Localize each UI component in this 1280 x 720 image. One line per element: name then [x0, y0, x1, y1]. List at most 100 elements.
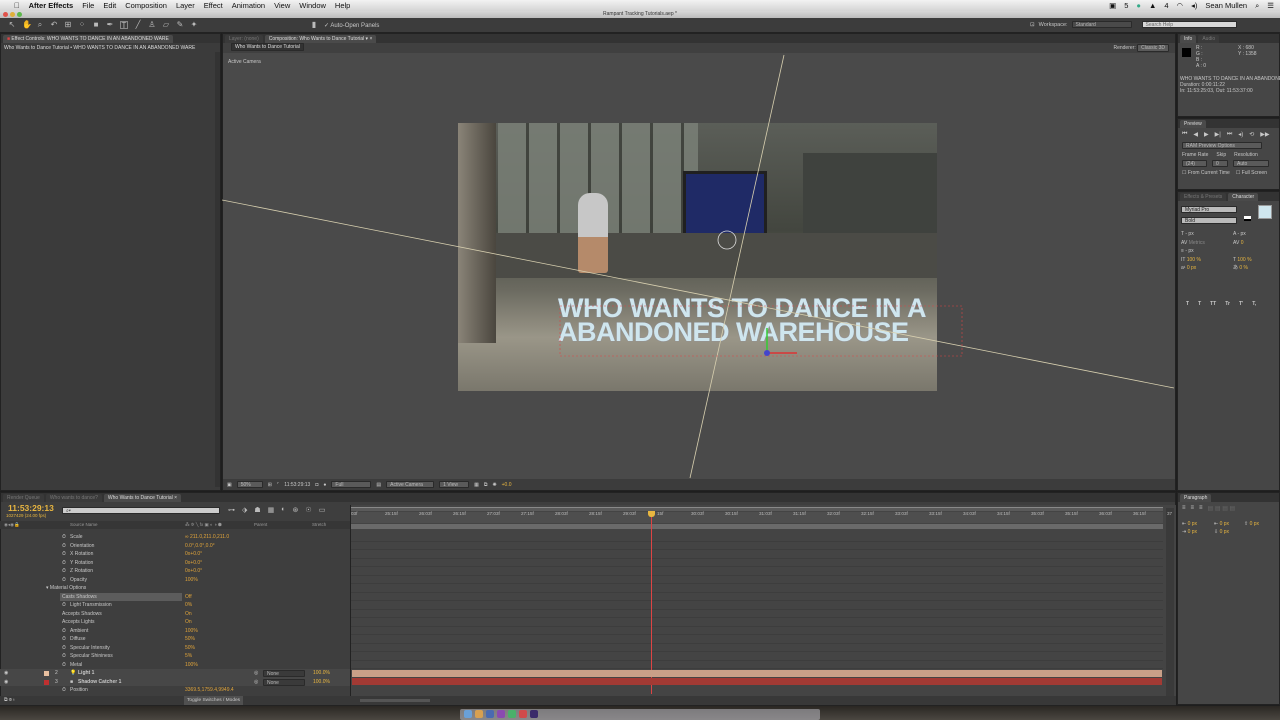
parent-pickwhip-icon[interactable]: ◎ — [254, 669, 258, 678]
grid-icon[interactable]: ⊞ — [268, 482, 272, 488]
layer-row[interactable]: ◉ 2 💡 Light 1 ◎ None 100.0% — [0, 669, 350, 678]
dock-app-icon[interactable] — [530, 710, 538, 718]
dock-app-icon[interactable] — [486, 710, 494, 718]
property-value[interactable]: 50% — [185, 644, 195, 653]
zoom-tool-icon[interactable]: ⌕ — [36, 21, 44, 29]
visibility-icon[interactable]: ◉ — [4, 669, 8, 678]
zoom-window-button[interactable] — [17, 12, 22, 17]
camera-tool-icon[interactable]: ⊞ — [64, 21, 72, 29]
layer-name[interactable]: Light 1 — [78, 669, 94, 678]
tab-who-wants-to-dance[interactable]: Who wants to dance? — [45, 494, 102, 502]
stopwatch-icon[interactable]: ⏱ — [62, 652, 66, 661]
tab-render-queue[interactable]: Render Queue — [3, 494, 44, 502]
baseline-shift-field[interactable]: 0 px — [1187, 265, 1196, 271]
property-row[interactable]: ⏱ Specular Shininess 5% — [0, 652, 350, 661]
tab-paragraph[interactable]: Paragraph — [1180, 494, 1212, 502]
dock-app-icon[interactable] — [508, 710, 516, 718]
sync-icon[interactable]: ● — [1136, 1, 1141, 10]
label-color-icon[interactable] — [44, 679, 49, 685]
view-layout-select[interactable]: 1 View — [439, 481, 470, 488]
z-axis-handle[interactable] — [764, 350, 770, 356]
horizontal-scale-field[interactable]: 100 % — [1237, 257, 1251, 263]
puppet-tool-icon[interactable]: ✦ — [190, 21, 198, 29]
tab-info[interactable]: Info — [1180, 35, 1197, 43]
property-value[interactable]: Off — [185, 593, 192, 602]
toggle-pixel-icon[interactable]: ▦ — [474, 482, 479, 488]
leading-field[interactable]: - px — [1237, 231, 1245, 237]
shy-icon[interactable]: ☗ — [254, 506, 260, 514]
frame-blending-icon[interactable]: ▦ — [268, 506, 275, 514]
property-row[interactable]: ▾ Material Options — [0, 584, 350, 593]
menu-composition[interactable]: Composition — [125, 1, 167, 10]
pan-behind-tool-icon[interactable]: ⁘ — [78, 21, 86, 29]
small-caps-button[interactable]: Tr — [1225, 301, 1230, 307]
stopwatch-icon[interactable]: ⏱ — [62, 686, 66, 695]
roto-brush-tool-icon[interactable]: ✎ — [176, 21, 184, 29]
space-before-field[interactable]: 0 px — [1250, 521, 1259, 527]
stopwatch-icon[interactable]: ⏱ — [62, 533, 66, 542]
ram-preview-icon[interactable]: ▶▶ — [1260, 131, 1269, 138]
property-row[interactable]: ⏱ Diffuse 50% — [0, 635, 350, 644]
live-update-icon[interactable]: ▭ — [319, 506, 326, 514]
current-time[interactable]: 11:53:29:13 — [284, 482, 310, 488]
align-center-icon[interactable]: ≡ — [1191, 505, 1195, 512]
property-row[interactable]: ⏱ Position 3369.5,1759.4,9949.4 — [0, 686, 350, 695]
tab-preview[interactable]: Preview — [1180, 120, 1206, 128]
superscript-button[interactable]: T' — [1239, 301, 1243, 307]
property-value[interactable]: 0x+0.0° — [185, 559, 202, 568]
camera-target-icon[interactable] — [717, 230, 737, 250]
property-value[interactable]: On — [185, 618, 192, 627]
tab-character[interactable]: Character — [1228, 193, 1259, 201]
all-caps-button[interactable]: TT — [1210, 301, 1216, 307]
property-row[interactable]: ⏱ Ambient 100% — [0, 627, 350, 636]
vertical-scale-field[interactable]: 100 % — [1187, 257, 1201, 263]
region-icon[interactable]: ⌜ — [277, 482, 279, 488]
status-badge[interactable]: 5 — [1124, 1, 1128, 10]
property-value[interactable]: 100% — [185, 627, 198, 636]
close-window-button[interactable] — [3, 12, 8, 17]
property-row[interactable]: ⏱ Specular Intensity 50% — [0, 644, 350, 653]
property-value[interactable]: 5% — [185, 652, 192, 661]
timeline-search-input[interactable]: ⌕▾ — [62, 507, 220, 514]
menu-help[interactable]: Help — [335, 1, 350, 10]
timeline-scrollbar[interactable] — [1166, 508, 1174, 698]
parent-select[interactable]: None — [263, 678, 305, 686]
apple-icon[interactable]:  — [14, 1, 20, 10]
property-row[interactable]: Accepts Lights On — [0, 618, 350, 627]
stopwatch-icon[interactable]: ⏱ — [62, 550, 66, 559]
visibility-icon[interactable]: ◉ — [4, 678, 8, 687]
property-row[interactable]: ⏱ Orientation 0.0°,0.0°,0.0° — [0, 542, 350, 551]
property-row[interactable]: ⏱ Opacity 100% — [0, 576, 350, 585]
exposure-value[interactable]: +0.0 — [502, 482, 512, 488]
loop-icon[interactable]: ⟲ — [1249, 131, 1254, 138]
dock-app-icon[interactable] — [519, 710, 527, 718]
space-after-field[interactable]: 0 px — [1220, 529, 1229, 535]
drive-icon[interactable]: ▲ — [1149, 1, 1156, 10]
mute-icon[interactable]: ◂) — [1238, 131, 1243, 138]
close-icon[interactable]: ■ — [7, 36, 10, 42]
menu-view[interactable]: View — [274, 1, 290, 10]
col-source-name[interactable]: Source Name — [70, 521, 98, 529]
col-stretch[interactable]: Stretch — [312, 521, 326, 529]
type-tool-icon[interactable]: T — [120, 21, 128, 30]
clone-stamp-tool-icon[interactable]: ♙ — [148, 21, 156, 29]
property-row[interactable]: ⏱ Scale ∞ 211.0,211.0,211.0 — [0, 533, 350, 542]
property-value[interactable]: 100% — [185, 576, 198, 585]
minimize-window-button[interactable] — [10, 12, 15, 17]
default-colors-icon[interactable] — [1244, 216, 1251, 221]
workspace-select[interactable]: Standard — [1071, 21, 1132, 28]
volume-icon[interactable]: ◂) — [1191, 1, 1197, 10]
pen-tool-icon[interactable]: ✒ — [106, 21, 114, 29]
work-area-track[interactable] — [351, 524, 1163, 529]
snapshot-icon[interactable]: ◘ — [315, 482, 318, 488]
tab-audio[interactable]: Audio — [1198, 35, 1220, 43]
font-style-select[interactable]: Bold — [1181, 217, 1237, 224]
ram-preview-select[interactable]: RAM Preview Options — [1182, 142, 1262, 149]
timeline-current-time[interactable]: 11:53:29:13 — [8, 503, 54, 513]
spotlight-icon[interactable]: ⌕ — [1255, 1, 1259, 11]
scrollbar[interactable] — [215, 52, 220, 487]
tab-effect-controls[interactable]: ■ Effect Controls: WHO WANTS TO DANCE IN… — [3, 35, 173, 43]
menu-animation[interactable]: Animation — [232, 1, 265, 10]
stopwatch-icon[interactable]: ⏱ — [62, 644, 66, 653]
flowchart-icon[interactable]: ⧉ — [484, 482, 488, 488]
